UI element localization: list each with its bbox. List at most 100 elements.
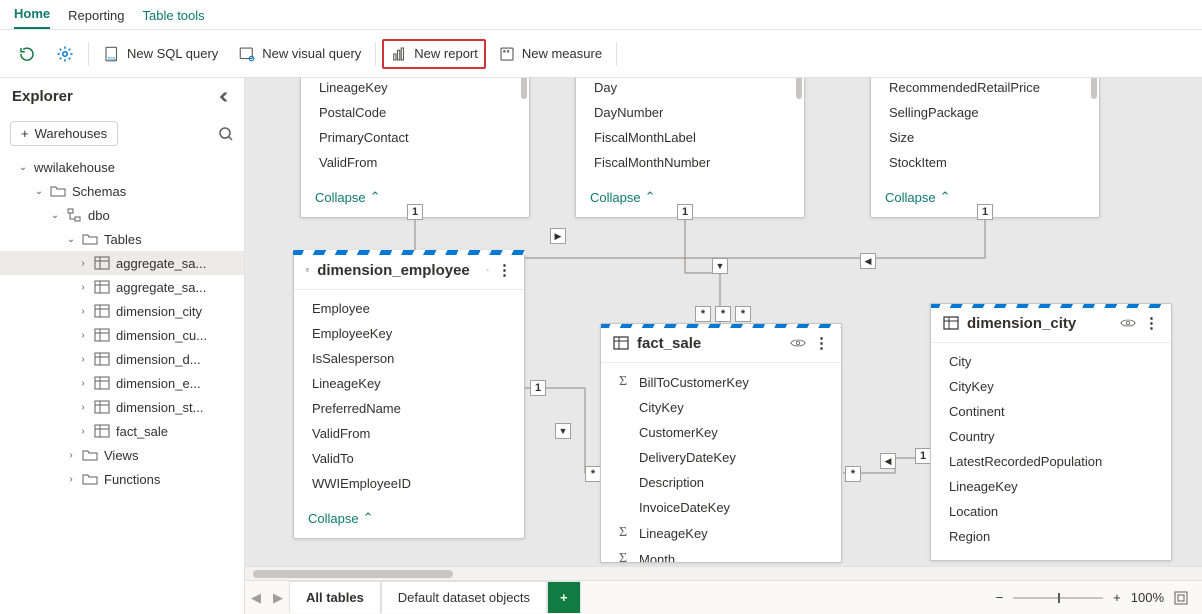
tree-node-dbo[interactable]: ⌄dbo [0, 203, 244, 227]
tab-home[interactable]: Home [14, 6, 50, 29]
entity-card[interactable]: LineageKey PostalCode PrimaryContact Val… [300, 78, 530, 218]
cardinality-badge: * [695, 306, 711, 322]
tree-table-item[interactable]: ›dimension_city [0, 299, 244, 323]
field-row: PostalCode [301, 100, 529, 125]
field-row: PreferredName [294, 396, 524, 421]
entity-title: fact_sale [637, 335, 701, 352]
new-visual-query-button[interactable]: New visual query [230, 39, 369, 69]
field-row: Employee [294, 296, 524, 321]
entity-card[interactable]: Day DayNumber FiscalMonthLabel FiscalMon… [575, 78, 805, 218]
model-canvas[interactable]: LineageKey PostalCode PrimaryContact Val… [245, 78, 1202, 566]
field-row: LineageKey [294, 371, 524, 396]
field-row: SellingPackage [871, 100, 1099, 125]
cardinality-badge: 1 [407, 204, 423, 220]
collapse-panel-icon[interactable] [218, 90, 232, 104]
field-row: ValidTo [294, 446, 524, 471]
refresh-button[interactable] [10, 39, 44, 69]
folder-icon [82, 471, 98, 487]
more-icon[interactable]: ⋮ [1144, 314, 1159, 332]
field-row: WWIEmployeeID [294, 471, 524, 496]
toolbar: SQL New SQL query New visual query New r… [0, 30, 1202, 78]
filter-direction-icon: ◀ [880, 453, 896, 469]
field-row: RecommendedRetailPrice [871, 78, 1099, 100]
tree-table-item[interactable]: ›fact_sale [0, 419, 244, 443]
visibility-icon[interactable] [1120, 315, 1136, 331]
field-row: ΣMonth [601, 546, 841, 563]
entity-card[interactable]: RecommendedRetailPrice SellingPackage Si… [870, 78, 1100, 218]
tab-table-tools[interactable]: Table tools [143, 8, 205, 29]
scroll-right-button[interactable]: ▶ [267, 582, 289, 614]
table-icon [306, 262, 309, 278]
tree-table-item[interactable]: ›aggregate_sa... [0, 251, 244, 275]
entity-dimension-employee[interactable]: dimension_employee ⋮ Employee EmployeeKe… [293, 250, 525, 539]
table-icon [94, 375, 110, 391]
field-row: EmployeeKey [294, 321, 524, 346]
fit-to-screen-icon[interactable] [1174, 591, 1188, 605]
tab-all-tables[interactable]: All tables [289, 581, 381, 613]
tree-table-item[interactable]: ›dimension_cu... [0, 323, 244, 347]
scrollbar[interactable] [521, 78, 527, 99]
scroll-left-button[interactable]: ◀ [245, 582, 267, 614]
field-row: StockItem [871, 150, 1099, 175]
field-row: Region [931, 524, 1171, 549]
entity-dimension-city[interactable]: dimension_city ⋮ City CityKey Continent … [930, 303, 1172, 561]
separator [88, 42, 89, 66]
field-row: CustomerKey [601, 420, 841, 445]
visibility-icon[interactable] [486, 262, 489, 278]
canvas-hscroll[interactable] [245, 566, 1202, 580]
field-row: City [931, 349, 1171, 374]
filter-direction-icon: ◀ [860, 253, 876, 269]
more-icon[interactable]: ⋮ [497, 261, 512, 279]
tree-node-views[interactable]: ›Views [0, 443, 244, 467]
folder-icon [82, 231, 98, 247]
sql-icon: SQL [103, 45, 121, 63]
tree-table-item[interactable]: ›dimension_e... [0, 371, 244, 395]
cardinality-badge: 1 [977, 204, 993, 220]
cardinality-badge: * [845, 466, 861, 482]
new-sql-query-button[interactable]: SQL New SQL query [95, 39, 226, 69]
settings-button[interactable] [48, 39, 82, 69]
search-icon[interactable] [218, 126, 234, 142]
tree-node-schemas[interactable]: ⌄Schemas [0, 179, 244, 203]
zoom-slider[interactable] [1013, 597, 1103, 599]
chevron-up-icon: ⌃ [363, 510, 374, 526]
bottom-tab-bar: ◀ ▶ All tables Default dataset objects +… [245, 580, 1202, 614]
new-sql-label: New SQL query [127, 46, 218, 61]
field-row: FiscalMonthLabel [576, 125, 804, 150]
scrollbar[interactable] [796, 78, 802, 99]
add-tab-button[interactable]: + [547, 581, 581, 613]
tree-node-tables[interactable]: ⌄Tables [0, 227, 244, 251]
tab-default-dataset[interactable]: Default dataset objects [381, 581, 547, 613]
new-report-button[interactable]: New report [382, 39, 486, 69]
tab-reporting[interactable]: Reporting [68, 8, 124, 29]
zoom-control: − + 100% [996, 590, 1202, 605]
add-warehouse-button[interactable]: + Warehouses [10, 121, 118, 146]
tree-table-item[interactable]: ›dimension_st... [0, 395, 244, 419]
sigma-icon: Σ [619, 374, 631, 390]
field-row: ValidFrom [301, 150, 529, 175]
tree-node-functions[interactable]: ›Functions [0, 467, 244, 491]
zoom-in-button[interactable]: + [1113, 590, 1121, 605]
scrollbar[interactable] [1091, 78, 1097, 99]
new-measure-button[interactable]: New measure [490, 39, 610, 69]
more-icon[interactable]: ⋮ [814, 334, 829, 352]
zoom-value: 100% [1131, 590, 1164, 605]
add-warehouse-label: Warehouses [35, 126, 108, 141]
field-row: InvoiceDateKey [601, 495, 841, 520]
collapse-link[interactable]: Collapse⌃ [294, 502, 524, 538]
tree-node-warehouse[interactable]: ⌄wwilakehouse [0, 156, 244, 179]
tree-table-item[interactable]: ›dimension_d... [0, 347, 244, 371]
filter-direction-icon: ▶ [550, 228, 566, 244]
zoom-out-button[interactable]: − [996, 590, 1004, 605]
field-row: CityKey [601, 395, 841, 420]
field-row: Description [601, 470, 841, 495]
folder-icon [82, 447, 98, 463]
explorer-panel: Explorer + Warehouses ⌄wwilakehouse ⌄Sch… [0, 78, 245, 614]
schema-icon [66, 207, 82, 223]
folder-icon [50, 183, 66, 199]
entity-fact-sale[interactable]: fact_sale ⋮ ΣBillToCustomerKey CityKey C… [600, 323, 842, 563]
ribbon-tabs: Home Reporting Table tools [0, 0, 1202, 30]
visibility-icon[interactable] [790, 335, 806, 351]
tree-table-item[interactable]: ›aggregate_sa... [0, 275, 244, 299]
plus-icon: + [21, 126, 29, 141]
